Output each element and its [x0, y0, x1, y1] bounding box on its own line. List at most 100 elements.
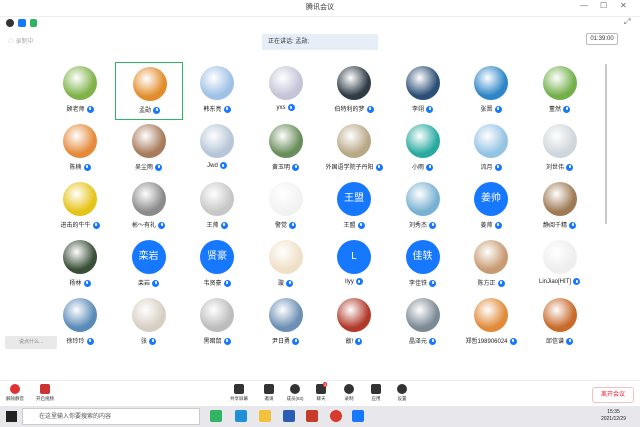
participant-tile[interactable]: 杨林 — [46, 236, 114, 294]
close-icon[interactable]: ✕ — [620, 1, 627, 10]
participant-name: 静阅千精 — [542, 223, 567, 229]
participant-tile[interactable]: 敲! — [320, 294, 388, 352]
signal-icon[interactable] — [30, 19, 37, 27]
participant-name-row: 刘秀杰 — [389, 220, 457, 229]
participant-tile[interactable]: 王帅 — [183, 178, 251, 236]
participant-name: 栾岩 — [137, 281, 150, 287]
participant-tile[interactable]: 伯特利的梦 — [320, 62, 388, 120]
taskbar-search-input[interactable]: 在这里输入你要搜索的内容 — [22, 408, 200, 425]
start-video-button[interactable]: 开启视频 — [32, 384, 58, 402]
participant-tile[interactable]: 刘世伟 — [526, 120, 594, 178]
participant-name-row: 小雨 — [389, 162, 457, 171]
participant-tile[interactable]: Lllyy — [320, 236, 388, 294]
participant-name: 敲! — [345, 339, 354, 345]
app-icon[interactable] — [330, 410, 342, 422]
folder-icon[interactable] — [259, 410, 271, 422]
avatar: L — [337, 240, 371, 274]
participant-name-row: 王盟 — [320, 220, 388, 229]
participant-tile[interactable]: 贤豪 韦贤豪 — [183, 236, 251, 294]
avatar — [268, 298, 303, 332]
participant-tile[interactable]: 彬～有礼 — [115, 178, 183, 236]
participant-tile[interactable]: 郑哲198906024 — [457, 294, 525, 352]
avatar — [131, 124, 166, 158]
participant-tile[interactable]: 黄玉明 — [252, 120, 320, 178]
participant-name: 吴尘雨 — [134, 165, 153, 171]
avatar — [63, 182, 97, 216]
participant-tile[interactable]: 王盟 王盟 — [320, 178, 388, 236]
window-title: 腾讯会议 — [306, 4, 334, 11]
participant-name-row: llyy — [320, 278, 388, 285]
minimize-icon[interactable]: — — [580, 1, 588, 10]
unmute-button[interactable]: 解除静音 — [2, 384, 28, 402]
participant-tile[interactable]: 韩东亮 — [183, 62, 251, 120]
leave-meeting-button[interactable]: 离开会议 — [592, 387, 634, 403]
info-icon[interactable] — [6, 19, 14, 27]
avatar — [200, 182, 234, 216]
participant-tile[interactable]: 孟勋 — [114, 62, 183, 120]
edge-icon[interactable] — [235, 410, 247, 422]
microphone-icon — [566, 337, 573, 345]
participant-tile[interactable]: 黑暗鼠 — [183, 294, 251, 352]
participant-tile[interactable]: 顾老师 — [46, 62, 114, 120]
participant-tile[interactable]: yxs — [252, 62, 320, 120]
participant-tile[interactable]: 刘秀杰 — [389, 178, 457, 236]
participant-name: yxs — [276, 105, 286, 112]
wechat-icon[interactable] — [210, 410, 222, 422]
shield-icon[interactable] — [18, 19, 26, 27]
avatar — [474, 298, 508, 332]
members-button[interactable]: 成员(83) — [282, 384, 308, 402]
participant-tile[interactable]: 静阅千精 — [526, 178, 594, 236]
participant-tile[interactable]: 姜帅 姜帅 — [457, 178, 525, 236]
participant-tile[interactable]: 李翊 — [389, 62, 457, 120]
microphone-icon — [223, 337, 231, 345]
share-screen-label: 共享屏幕 — [230, 396, 248, 401]
grid-scrollbar[interactable] — [605, 64, 607, 224]
participant-name: 流月 — [480, 165, 493, 171]
participant-tile[interactable]: Jwd — [183, 120, 251, 178]
participant-tile[interactable]: 张 — [115, 294, 183, 352]
record-button[interactable]: 录制 — [336, 384, 362, 402]
participant-tile[interactable]: 董然 — [526, 62, 594, 120]
microphone-icon — [92, 221, 100, 229]
participant-name: 伯特利的梦 — [334, 107, 365, 113]
participant-tile[interactable]: 尹日勇 — [252, 294, 320, 352]
participant-name: 陈楠 — [69, 165, 82, 171]
word-icon[interactable] — [283, 410, 295, 422]
participant-tile[interactable]: LinJiao[HIT] — [526, 236, 594, 294]
participant-tile[interactable]: 张晋 — [457, 62, 525, 120]
meeting-toolbar: 解除静音 开启视频 共享屏幕 邀请 成员(83) 3 聊天 录制 应用 设置 离… — [0, 380, 640, 407]
invite-button[interactable]: 邀请 — [256, 384, 282, 402]
share-screen-button[interactable]: 共享屏幕 — [226, 384, 252, 402]
participant-tile[interactable]: 进击的牛牛 — [46, 178, 114, 236]
chat-input[interactable]: 说点什么... — [5, 336, 57, 349]
participant-tile[interactable]: 流月 — [457, 120, 525, 178]
microphone-icon — [223, 279, 231, 287]
participant-tile[interactable]: 小雨 — [389, 120, 457, 178]
microphone-icon — [509, 337, 517, 345]
maximize-icon[interactable]: ☐ — [600, 1, 607, 10]
apps-button[interactable]: 应用 — [363, 384, 389, 402]
participant-tile[interactable]: 晶泽元 — [389, 294, 457, 352]
participant-tile[interactable]: 警觉 — [252, 178, 320, 236]
participant-tile[interactable]: 栾岩 栾岩 — [115, 236, 183, 294]
participant-tile[interactable]: 璇 — [252, 236, 320, 294]
participant-tile[interactable]: 吴尘雨 — [115, 120, 183, 178]
chat-label: 聊天 — [316, 396, 326, 401]
avatar — [474, 66, 508, 100]
participant-tile[interactable]: 佳轶 李佳铁 — [389, 236, 457, 294]
tencent-meeting-icon[interactable] — [352, 410, 364, 422]
chat-button[interactable]: 3 聊天 — [308, 382, 334, 402]
participant-tile[interactable]: 邱信谱 — [526, 294, 594, 352]
avatar — [474, 124, 508, 158]
participant-name: 小雨 — [411, 165, 424, 171]
participant-tile[interactable]: 外国语学院子丹阳 — [320, 120, 388, 178]
participant-tile[interactable]: 陈方正 — [457, 236, 525, 294]
participant-name-row: 静阅千精 — [526, 220, 594, 229]
participant-name-row: 栾岩 — [115, 278, 183, 287]
powerpoint-icon[interactable] — [306, 410, 318, 422]
avatar: 王盟 — [337, 182, 371, 216]
settings-button[interactable]: 设置 — [389, 384, 415, 402]
participant-tile[interactable]: 陈楠 — [46, 120, 114, 178]
fullscreen-icon[interactable]: ⤢ — [624, 17, 630, 27]
windows-start-icon[interactable] — [6, 411, 17, 422]
